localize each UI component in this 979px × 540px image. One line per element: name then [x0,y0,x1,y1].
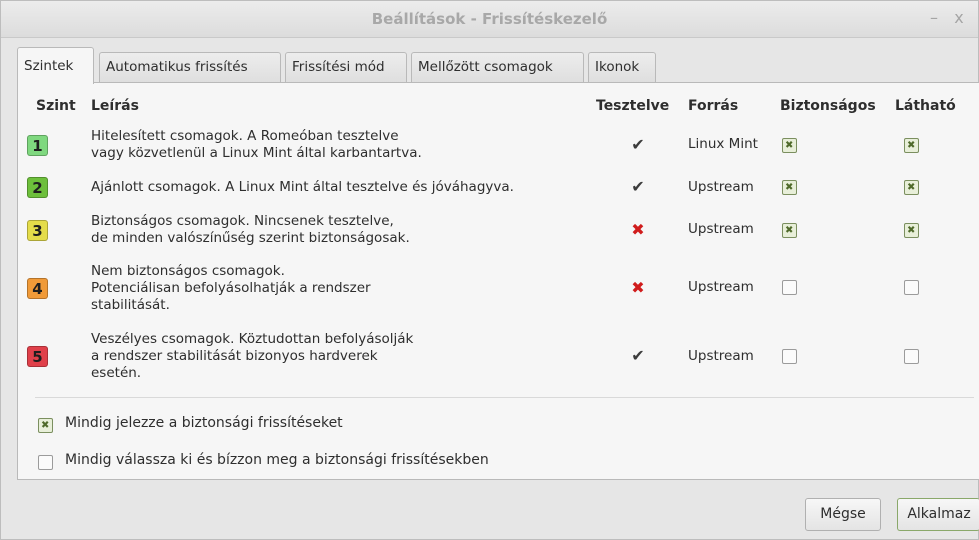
level-row[interactable]: 4 Nem biztonságos csomagok. Potenciálisa… [18,260,979,316]
divider [35,397,974,398]
tab-update-mode[interactable]: Frissítési mód [285,52,407,83]
level-source: Upstream [688,179,754,195]
tab-icons[interactable]: Ikonok [588,52,656,83]
level-description: Nem biztonságos csomagok. Potenciálisan … [91,263,371,313]
always-select-security-checkbox[interactable] [38,455,53,470]
visible-checkbox[interactable] [904,138,919,153]
column-header-source[interactable]: Forrás [688,98,738,114]
visible-checkbox[interactable] [904,349,919,364]
tab-ignored-packages[interactable]: Mellőzött csomagok [411,52,584,83]
cancel-button[interactable]: Mégse [805,498,881,531]
level-badge: 5 [27,346,48,367]
window-title: Beállítások - Frissítéskezelő [371,10,608,28]
always-notify-security-label[interactable]: Mindig jelezze a biztonsági frissítéseke… [65,415,343,431]
level-row[interactable]: 3 Biztonságos csomagok. Nincsenek teszte… [18,211,979,249]
level-row[interactable]: 1 Hitelesített csomagok. A Romeóban tesz… [18,126,979,164]
level-source: Linux Mint [688,136,758,152]
not-tested-cross-icon: ✖ [631,278,645,297]
safe-checkbox[interactable] [782,280,797,295]
close-button[interactable]: x [948,6,970,30]
level-badge: 3 [27,220,48,241]
level-badge: 2 [27,177,48,198]
levels-panel: Szint Leírás Tesztelve Forrás Biztonságo… [17,82,979,480]
settings-window: Beállítások - Frissítéskezelő – x Szinte… [0,0,979,540]
level-description: Hitelesített csomagok. A Romeóban teszte… [91,128,422,161]
safe-checkbox[interactable] [782,138,797,153]
level-source: Upstream [688,348,754,364]
column-header-safe[interactable]: Biztonságos [780,98,876,114]
level-description: Ajánlott csomagok. A Linux Mint által te… [91,179,514,195]
always-notify-security-checkbox[interactable] [38,418,53,433]
column-header-level[interactable]: Szint [36,98,76,114]
safe-checkbox[interactable] [782,180,797,195]
visible-checkbox[interactable] [904,180,919,195]
level-row[interactable]: 2 Ajánlott csomagok. A Linux Mint által … [18,175,979,201]
level-badge: 4 [27,278,48,299]
level-badge: 1 [27,135,48,156]
title-bar[interactable]: Beállítások - Frissítéskezelő – x [1,1,978,38]
minimize-button[interactable]: – [923,6,945,30]
level-source: Upstream [688,221,754,237]
tab-automatic-update[interactable]: Automatikus frissítés [99,52,281,83]
level-description: Biztonságos csomagok. Nincsenek tesztelv… [91,213,410,246]
always-select-security-label[interactable]: Mindig válassza ki és bízzon meg a bizto… [65,452,489,468]
safe-checkbox[interactable] [782,223,797,238]
level-description: Veszélyes csomagok. Köztudottan befolyás… [91,331,414,381]
column-header-visible[interactable]: Látható [895,98,956,114]
tab-levels[interactable]: Szintek [17,47,94,84]
apply-button[interactable]: Alkalmaz [897,498,979,531]
tested-check-icon: ✔ [631,346,645,365]
column-header-tested[interactable]: Tesztelve [596,98,669,114]
safe-checkbox[interactable] [782,349,797,364]
column-header-description[interactable]: Leírás [91,98,139,114]
visible-checkbox[interactable] [904,280,919,295]
level-source: Upstream [688,279,754,295]
not-tested-cross-icon: ✖ [631,220,645,239]
tested-check-icon: ✔ [631,135,645,154]
level-row[interactable]: 5 Veszélyes csomagok. Köztudottan befoly… [18,328,979,384]
tested-check-icon: ✔ [631,177,645,196]
visible-checkbox[interactable] [904,223,919,238]
